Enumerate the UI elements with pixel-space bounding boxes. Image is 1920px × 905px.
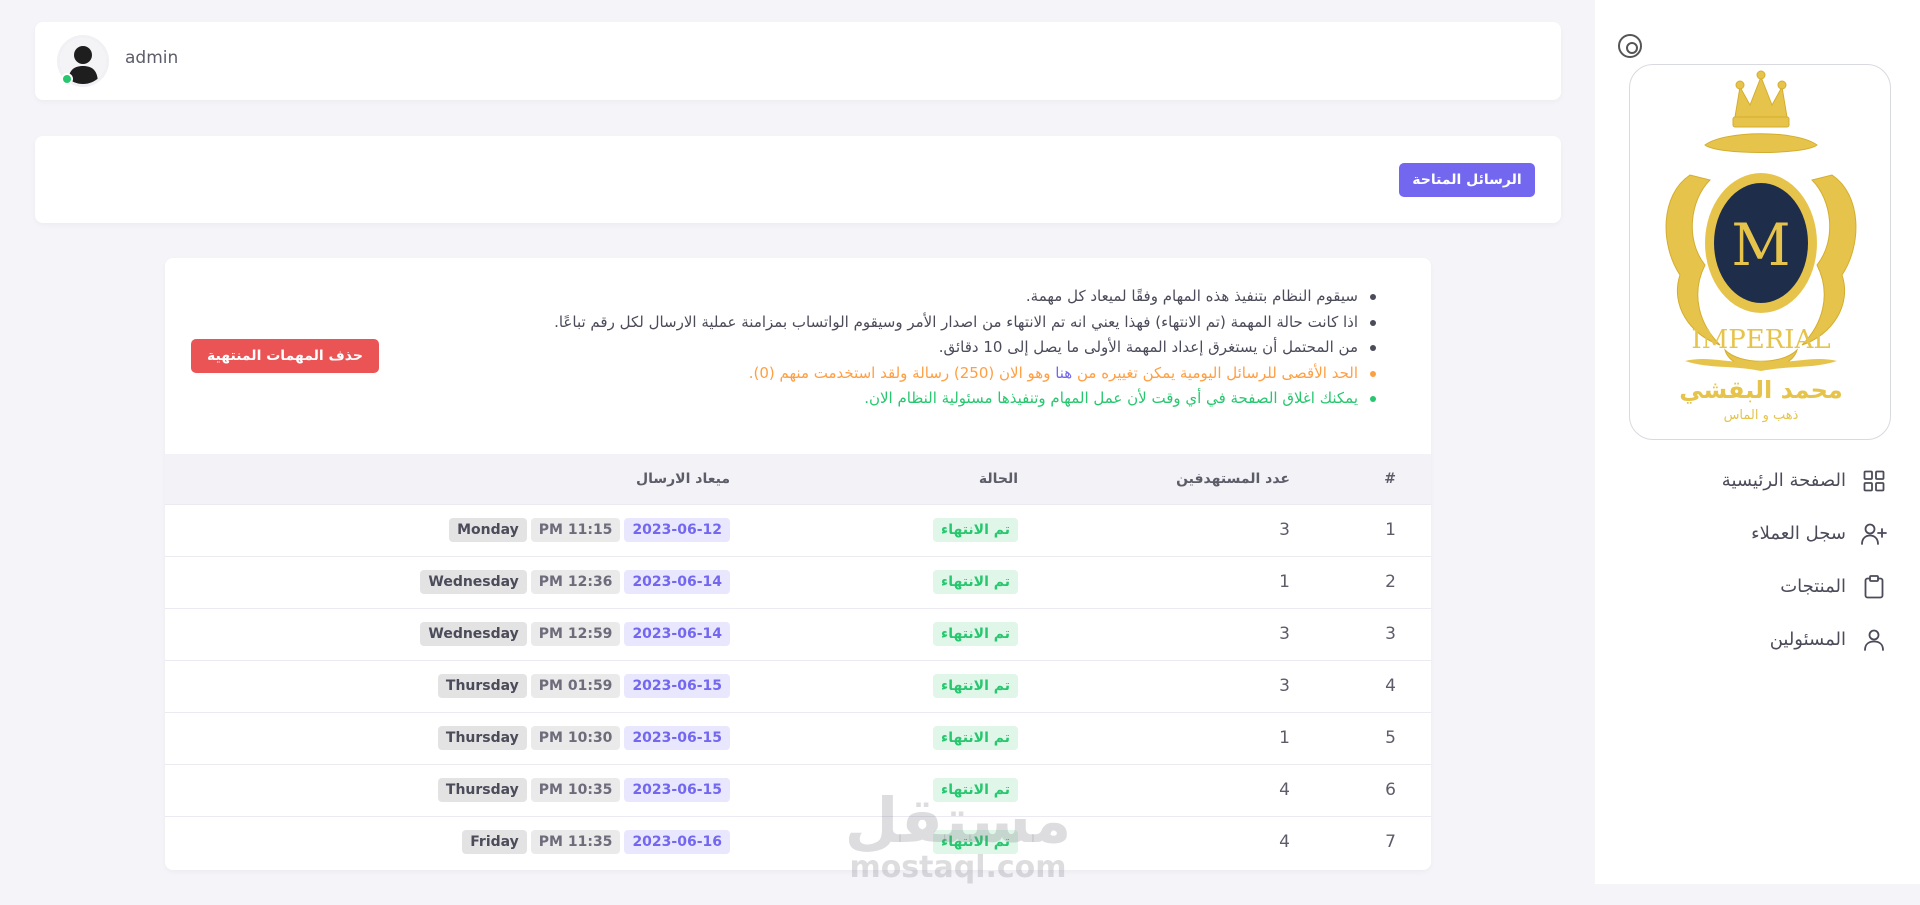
column-header: الحالة: [978, 470, 1018, 487]
time-badge: PM 12:59: [530, 622, 621, 646]
brand-logo[interactable]: M IMPERIAL محمد البقشي ذهب و الماس: [1629, 64, 1891, 440]
change-limit-link[interactable]: هنا: [1055, 364, 1072, 382]
day-badge: Wednesday: [420, 570, 527, 594]
sidebar-item-admins[interactable]: المسئولين: [1595, 613, 1920, 666]
column-header: #: [1384, 470, 1396, 487]
time-badge: PM 10:35: [530, 778, 621, 802]
imperial-crest-logo: M IMPERIAL محمد البقشي ذهب و الماس: [1665, 70, 1857, 423]
status-badge: تم الانتهاء: [933, 830, 1018, 855]
cell-number: 6: [1308, 763, 1431, 816]
time-badge: PM 12:36: [530, 570, 621, 594]
note-item: يمكنك اغلاق الصفحة في أي وقت لأن عمل الم…: [376, 386, 1376, 412]
date-badge: 2023-06-12: [624, 518, 730, 542]
username[interactable]: admin: [125, 48, 178, 68]
date-badge: 2023-06-15: [624, 778, 730, 802]
sidebar-item-products[interactable]: المنتجات: [1595, 560, 1920, 613]
grid-icon: [1860, 467, 1888, 495]
date-badge: 2023-06-14: [624, 622, 730, 646]
status-badge: تم الانتهاء: [933, 570, 1018, 594]
day-badge: Thursday: [437, 726, 527, 750]
status-badge: تم الانتهاء: [933, 674, 1018, 698]
time-badge: PM 11:35: [530, 830, 621, 855]
notes-list: سيقوم النظام بتنفيذ هذه المهام وفقًا لمي…: [376, 284, 1376, 412]
cell-targets: 1: [1018, 555, 1308, 608]
day-badge: Wednesday: [420, 622, 527, 646]
status-badge: تم الانتهاء: [933, 726, 1018, 750]
date-badge: 2023-06-14: [624, 570, 730, 594]
status-badge: تم الانتهاء: [933, 518, 1018, 542]
status-badge: تم الانتهاء: [933, 622, 1018, 646]
table-row: 7 4 تم الانتهاء 2023-06-16 PM 11:35 Friday: [165, 815, 1431, 868]
clipboard-icon: [1860, 573, 1888, 601]
cell-targets: 4: [1018, 763, 1308, 816]
tasks-card: سيقوم النظام بتنفيذ هذه المهام وفقًا لمي…: [165, 258, 1431, 870]
user-icon: [1860, 626, 1888, 654]
cell-targets: 3: [1018, 607, 1308, 660]
logo-tagline: ذهب و الماس: [1724, 408, 1799, 423]
sidebar-collapse-icon[interactable]: [1618, 34, 1642, 58]
cell-targets: 1: [1018, 711, 1308, 764]
date-badge: 2023-06-15: [624, 674, 730, 698]
cell-number: 2: [1308, 555, 1431, 608]
day-badge: Thursday: [437, 674, 527, 698]
online-status-dot: [61, 73, 73, 85]
table-row: 5 1 تم الانتهاء 2023-06-15 PM 10:30 Thursd…: [165, 711, 1431, 764]
table-row: 4 3 تم الانتهاء 2023-06-15 PM 01:59 Thursd…: [165, 659, 1431, 712]
note-item: اذا كانت حالة المهمة (تم الانتهاء) فهذا …: [376, 310, 1376, 336]
day-badge: Monday: [449, 518, 527, 542]
day-badge: Friday: [462, 830, 527, 855]
column-header: عدد المستهدفين: [1176, 470, 1290, 487]
logo-monogram: M: [1731, 211, 1790, 279]
note-text: وهو الان (250) رسالة ولقد استخدمت منهم (…: [748, 363, 1056, 382]
column-header: ميعاد الارسال: [635, 470, 730, 487]
table-header-row: # عدد المستهدفين الحالة ميعاد الارسال: [165, 454, 1431, 504]
sidebar-item-label: المنتجات: [1780, 576, 1846, 597]
cell-number: 1: [1308, 503, 1431, 556]
available-messages-button[interactable]: الرسائل المتاحة: [1399, 163, 1535, 197]
logo-name-arabic: محمد البقشي: [1679, 376, 1842, 404]
date-badge: 2023-06-15: [624, 726, 730, 750]
cell-targets: 4: [1018, 815, 1308, 868]
cell-number: 3: [1308, 607, 1431, 660]
time-badge: PM 11:15: [530, 518, 621, 542]
sidebar-menu: الصفحة الرئيسية سجل العملاء المنتجات الم…: [1595, 454, 1920, 666]
sidebar-item-home[interactable]: الصفحة الرئيسية: [1595, 454, 1920, 507]
note-text: الحد الأقصى للرسائل اليومية يمكن تغييره …: [1072, 363, 1358, 382]
note-item: من المحتمل أن يستغرق إعداد المهمة الأولى…: [376, 335, 1376, 361]
date-badge: 2023-06-16: [624, 830, 730, 855]
top-navbar: admin: [35, 22, 1561, 100]
cell-number: 5: [1308, 711, 1431, 764]
status-badge: تم الانتهاء: [933, 778, 1018, 802]
tasks-table: # عدد المستهدفين الحالة ميعاد الارسال 1 …: [165, 454, 1431, 868]
table-row: 1 3 تم الانتهاء 2023-06-12 PM 11:15 Monday: [165, 503, 1431, 556]
cell-number: 7: [1308, 815, 1431, 868]
cell-targets: 3: [1018, 659, 1308, 712]
sidebar-item-label: الصفحة الرئيسية: [1721, 470, 1846, 491]
cell-targets: 3: [1018, 503, 1308, 556]
day-badge: Thursday: [437, 778, 527, 802]
logo-brand: IMPERIAL: [1691, 325, 1830, 355]
cell-number: 4: [1308, 659, 1431, 712]
delete-finished-tasks-button[interactable]: حذف المهمات المنتهية: [191, 339, 379, 373]
sidebar-item-label: المسئولين: [1769, 629, 1846, 650]
sidebar: M IMPERIAL محمد البقشي ذهب و الماس الصفح…: [1595, 0, 1920, 884]
user-plus-icon: [1860, 520, 1888, 548]
time-badge: PM 01:59: [530, 674, 621, 698]
time-badge: PM 10:30: [530, 726, 621, 750]
sidebar-item-customers[interactable]: سجل العملاء: [1595, 507, 1920, 560]
table-row: 3 3 تم الانتهاء 2023-06-14 PM 12:59 Wednes…: [165, 607, 1431, 660]
note-item-daily-limit: الحد الأقصى للرسائل اليومية يمكن تغييره …: [376, 361, 1376, 387]
table-row: 6 4 تم الانتهاء 2023-06-15 PM 10:35 Thursd…: [165, 763, 1431, 816]
note-item: سيقوم النظام بتنفيذ هذه المهام وفقًا لمي…: [376, 284, 1376, 310]
action-bar: الرسائل المتاحة: [35, 136, 1561, 223]
sidebar-item-label: سجل العملاء: [1751, 523, 1846, 544]
table-row: 2 1 تم الانتهاء 2023-06-14 PM 12:36 Wednes…: [165, 555, 1431, 608]
